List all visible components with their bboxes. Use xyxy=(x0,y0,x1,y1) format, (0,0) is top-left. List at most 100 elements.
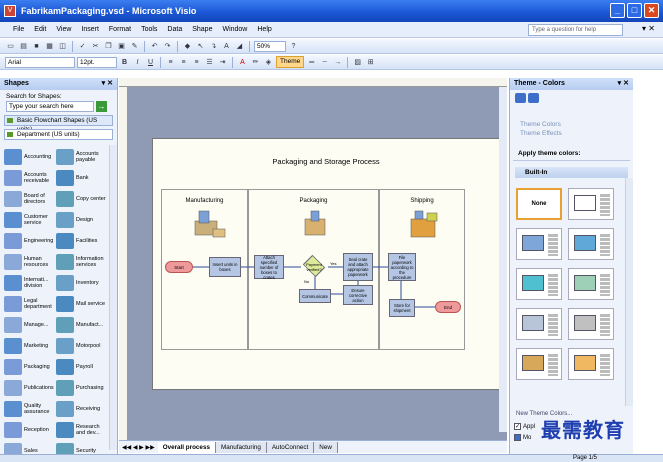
shape-item[interactable]: Copy center xyxy=(56,190,108,207)
shape-item[interactable]: Accounts payable xyxy=(56,148,108,165)
align-center-icon[interactable]: ≡ xyxy=(178,57,189,68)
theme-effects-link[interactable]: Theme Effects xyxy=(510,129,633,138)
shape-item[interactable]: Quality assurance xyxy=(4,400,56,417)
forward-icon[interactable] xyxy=(528,93,539,103)
align-left-icon[interactable]: ≡ xyxy=(165,57,176,68)
shape-item[interactable]: Packaging xyxy=(4,358,56,375)
menu-shape[interactable]: Shape xyxy=(187,26,217,33)
tab-manufacturing[interactable]: Manufacturing xyxy=(215,441,267,453)
tab-new[interactable]: New xyxy=(314,441,338,453)
flow-step-store-shipment[interactable]: Store for shipment xyxy=(389,299,415,317)
zoom-select[interactable]: 50% xyxy=(254,40,286,52)
shape-item[interactable]: Design xyxy=(56,211,108,228)
undo-icon[interactable]: ↶ xyxy=(149,41,160,52)
underline-icon[interactable]: U xyxy=(145,57,156,68)
menu-tools[interactable]: Tools xyxy=(136,26,162,33)
theme-thumbnail[interactable] xyxy=(568,348,614,380)
flow-step-insert-units[interactable]: Insert units in boxes xyxy=(209,257,241,277)
shape-item[interactable]: Publications xyxy=(4,379,56,396)
shape-item[interactable]: Legal department xyxy=(4,295,56,312)
menu-window[interactable]: Window xyxy=(217,26,252,33)
tab-autoconnect[interactable]: AutoConnect xyxy=(266,441,315,453)
theme-thumbnail[interactable] xyxy=(568,308,614,340)
shadow-icon[interactable]: ▨ xyxy=(352,57,363,68)
shape-item[interactable]: Manufact... xyxy=(56,316,108,333)
bullets-icon[interactable]: ☰ xyxy=(204,57,215,68)
shape-item[interactable]: Human resources xyxy=(4,253,56,270)
indent-icon[interactable]: ⇥ xyxy=(217,57,228,68)
theme-thumbnail[interactable] xyxy=(516,308,562,340)
menu-file[interactable]: File xyxy=(8,26,29,33)
minimize-button[interactable]: _ xyxy=(610,3,625,18)
more-option[interactable]: Mo xyxy=(514,434,531,441)
line-ends-icon[interactable]: → xyxy=(332,57,343,68)
shape-item[interactable]: Information services xyxy=(56,253,108,270)
connector-tool-icon[interactable]: ↴ xyxy=(208,41,219,52)
cut-icon[interactable]: ✂ xyxy=(90,41,101,52)
fill-color-icon[interactable]: ◈ xyxy=(263,57,274,68)
shape-item[interactable]: Purchasing xyxy=(56,379,108,396)
theme-thumbnail[interactable] xyxy=(568,188,614,220)
maximize-button[interactable]: □ xyxy=(627,3,642,18)
new-icon[interactable]: ▭ xyxy=(5,41,16,52)
built-in-section[interactable]: Built-In xyxy=(515,167,628,178)
shape-item[interactable]: Internati... division xyxy=(4,274,56,291)
menu-data[interactable]: Data xyxy=(162,26,187,33)
layout-icon[interactable]: ⊞ xyxy=(365,57,376,68)
copy-icon[interactable]: ❐ xyxy=(103,41,114,52)
font-color-icon[interactable]: A xyxy=(237,57,248,68)
theme-thumbnail[interactable] xyxy=(516,348,562,380)
menu-format[interactable]: Format xyxy=(104,26,136,33)
format-painter-icon[interactable]: ✎ xyxy=(129,41,140,52)
drawing-vertical-scrollbar[interactable] xyxy=(499,87,507,432)
shape-item[interactable]: Payroll xyxy=(56,358,108,375)
theme-none[interactable]: None xyxy=(516,188,562,220)
flow-step-seal-crate[interactable]: Seal crate and attach appropriate paperw… xyxy=(343,253,373,281)
stencil-department[interactable]: Department (US units) xyxy=(4,129,113,140)
font-select[interactable]: Arial xyxy=(5,56,75,68)
tab-nav-arrows-icon[interactable]: ◀◀ ◀ ▶ ▶▶ xyxy=(122,444,155,451)
close-icon[interactable]: ▾ ✕ xyxy=(618,78,629,90)
bold-icon[interactable]: B xyxy=(119,57,130,68)
drawing-page[interactable]: Packaging and Storage Process Manufactur… xyxy=(152,138,500,390)
shape-item[interactable]: Bank xyxy=(56,169,108,186)
flow-step-file-paperwork[interactable]: File paperwork according to the procedur… xyxy=(388,253,416,281)
menu-help[interactable]: Help xyxy=(252,26,276,33)
flow-step-attach-boxes[interactable]: Attach specified number of boxes to crat… xyxy=(254,255,284,280)
shape-item[interactable]: Accounting xyxy=(4,148,56,165)
line-color-icon[interactable]: ✏ xyxy=(250,57,261,68)
shape-item[interactable]: Engineering xyxy=(4,232,56,249)
line-weight-icon[interactable]: ═ xyxy=(306,57,317,68)
shape-item[interactable]: Mail service xyxy=(56,295,108,312)
menu-edit[interactable]: Edit xyxy=(29,26,51,33)
shape-item[interactable]: Motorpool xyxy=(56,337,108,354)
open-icon[interactable]: ▤ xyxy=(18,41,29,52)
text-tool-icon[interactable]: A xyxy=(221,41,232,52)
close-button[interactable]: ✕ xyxy=(644,3,659,18)
help-icon[interactable]: ? xyxy=(288,41,299,52)
help-search-input[interactable]: Type a question for help xyxy=(528,24,623,36)
shape-item[interactable]: Board of directors xyxy=(4,190,56,207)
theme-colors-link[interactable]: Theme Colors xyxy=(510,120,633,129)
shape-item[interactable]: Reception xyxy=(4,421,56,438)
flow-start[interactable]: Start xyxy=(165,261,193,273)
theme-thumbnail[interactable] xyxy=(516,268,562,300)
font-size-select[interactable]: 12pt. xyxy=(77,56,117,68)
search-go-icon[interactable]: → xyxy=(96,101,107,112)
paste-icon[interactable]: ▣ xyxy=(116,41,127,52)
redo-icon[interactable]: ↷ xyxy=(162,41,173,52)
shape-item[interactable]: Inventory xyxy=(56,274,108,291)
print-preview-icon[interactable]: ◫ xyxy=(57,41,68,52)
back-icon[interactable] xyxy=(515,93,526,103)
shape-item[interactable]: Research and dev... xyxy=(56,421,108,438)
theme-button[interactable]: Theme xyxy=(276,56,305,68)
visio-app-icon[interactable]: V xyxy=(4,5,16,17)
stencil-basic-flowchart[interactable]: Basic Flowchart Shapes (US units) xyxy=(4,115,113,133)
save-icon[interactable]: ■ xyxy=(31,41,42,52)
shape-item[interactable]: Customer service xyxy=(4,211,56,228)
theme-scrollbar[interactable] xyxy=(625,178,633,406)
pointer-tool-icon[interactable]: ↖ xyxy=(195,41,206,52)
flow-step-communicate[interactable]: Communicate xyxy=(299,289,331,303)
close-document-icon[interactable]: ▾ ✕ xyxy=(642,24,655,33)
shapes-scrollbar[interactable] xyxy=(109,145,117,450)
